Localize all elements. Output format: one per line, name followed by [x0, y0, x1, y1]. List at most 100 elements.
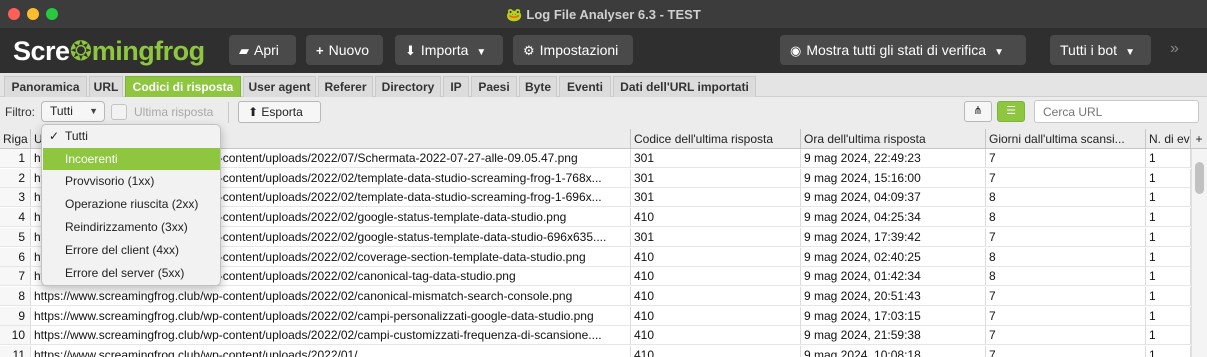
- column-header-ora[interactable]: Ora dell'ultima risposta: [801, 129, 986, 149]
- column-header-n-eventi[interactable]: N. di ev: [1146, 129, 1191, 149]
- last-response-checkbox[interactable]: [111, 104, 127, 120]
- response-code-cell: 410: [631, 208, 801, 228]
- main-toolbar: Scre❂mingfrog ▰ Apri + Nuovo ⬇ Importa ▼ ⚙ Im…: [0, 28, 1207, 73]
- chevron-down-icon: ▼: [89, 106, 98, 116]
- frog-icon: ❂: [69, 36, 93, 66]
- event-count-cell: 1: [1146, 306, 1191, 326]
- last-response-label: Ultima risposta: [134, 105, 214, 119]
- tab-byte[interactable]: Byte: [519, 76, 557, 97]
- tab-ip[interactable]: IP: [443, 76, 469, 97]
- more-icon[interactable]: »: [1170, 40, 1179, 58]
- row-number-cell: 7: [0, 267, 31, 287]
- days-since-crawl-cell: 8: [986, 208, 1146, 228]
- menu-item-reindirizzamento[interactable]: Reindirizzamento (3xx): [43, 216, 220, 238]
- open-label: Apri: [254, 42, 279, 58]
- response-code-cell: 301: [631, 227, 801, 247]
- menu-item-errore-server[interactable]: Errore del server (5xx): [43, 262, 220, 284]
- url-cell: https://www.screamingfrog.club/wp-conten…: [31, 326, 631, 346]
- export-label: Esporta: [261, 105, 303, 119]
- days-since-crawl-cell: 7: [986, 346, 1146, 357]
- tab-paesi[interactable]: Paesi: [471, 76, 517, 97]
- response-time-cell: 9 mag 2024, 17:03:15: [801, 306, 986, 326]
- url-cell: https://www.screamingfrog.club/wp-conten…: [31, 286, 631, 306]
- bots-label: Tutti i bot: [1060, 42, 1118, 58]
- list-view-button[interactable]: ☰: [997, 101, 1025, 122]
- settings-button[interactable]: ⚙ Impostazioni: [513, 35, 633, 65]
- export-icon: ⬆: [248, 105, 262, 119]
- tab-directory[interactable]: Directory: [375, 76, 441, 97]
- new-button[interactable]: + Nuovo: [306, 35, 383, 65]
- column-header-giorni[interactable]: Giorni dall'ultima scansi...: [986, 129, 1146, 149]
- event-count-cell: 1: [1146, 267, 1191, 287]
- response-time-cell: 9 mag 2024, 02:40:25: [801, 247, 986, 267]
- response-time-cell: 9 mag 2024, 15:16:00: [801, 168, 986, 188]
- tab-eventi[interactable]: Eventi: [559, 76, 611, 97]
- row-number-cell: 2: [0, 168, 31, 188]
- menu-item-operazione-riuscita[interactable]: Operazione riuscita (2xx): [43, 193, 220, 215]
- tab-bar: Panoramica URL Codici di risposta User a…: [0, 73, 1207, 97]
- filter-select[interactable]: Tutti ▼: [41, 101, 105, 122]
- response-time-cell: 9 mag 2024, 10:08:18: [801, 346, 986, 357]
- days-since-crawl-cell: 7: [986, 168, 1146, 188]
- row-number-cell: 11: [0, 346, 31, 357]
- add-column-button[interactable]: +: [1191, 129, 1207, 149]
- row-number-cell: 3: [0, 188, 31, 208]
- event-count-cell: 1: [1146, 227, 1191, 247]
- verification-status-label: Mostra tutti gli stati di verifica: [806, 42, 987, 58]
- days-since-crawl-cell: 8: [986, 267, 1146, 287]
- plus-icon: +: [316, 43, 324, 58]
- tab-codici-di-risposta[interactable]: Codici di risposta: [125, 76, 241, 97]
- eye-icon: ◉: [790, 43, 802, 58]
- row-number-cell: 5: [0, 227, 31, 247]
- url-cell: https://www.screamingfrog.club/wp-conten…: [31, 306, 631, 326]
- bots-dropdown[interactable]: Tutti i bot ▼: [1050, 35, 1151, 65]
- tree-view-button[interactable]: ⋔: [964, 101, 992, 122]
- verification-status-dropdown[interactable]: ◉ Mostra tutti gli stati di verifica ▼: [780, 35, 1026, 65]
- chevron-down-icon: ▼: [1125, 47, 1135, 58]
- menu-item-errore-client[interactable]: Errore del client (4xx): [43, 239, 220, 261]
- gear-icon: ⚙: [523, 43, 535, 58]
- row-number-cell: 8: [0, 286, 31, 306]
- event-count-cell: 1: [1146, 149, 1191, 168]
- frog-icon: 🐸: [506, 7, 523, 22]
- tab-referer[interactable]: Referer: [318, 76, 373, 97]
- menu-item-tutti[interactable]: ✓ Tutti: [43, 125, 220, 147]
- tab-panoramica[interactable]: Panoramica: [4, 76, 87, 97]
- export-button[interactable]: ⬆ Esporta: [238, 101, 321, 123]
- list-icon: ☰: [1006, 105, 1016, 117]
- screamingfrog-logo: Scre❂mingfrog: [13, 36, 205, 66]
- response-time-cell: 9 mag 2024, 22:49:23: [801, 149, 986, 168]
- open-button[interactable]: ▰ Apri: [229, 35, 296, 65]
- new-label: Nuovo: [328, 42, 370, 58]
- scrollbar-thumb[interactable]: [1195, 162, 1204, 194]
- hierarchy-icon: ⋔: [973, 105, 983, 117]
- response-code-cell: 410: [631, 326, 801, 346]
- checkmark-icon: ✓: [49, 129, 60, 143]
- days-since-crawl-cell: 7: [986, 306, 1146, 326]
- event-count-cell: 1: [1146, 326, 1191, 346]
- event-count-cell: 1: [1146, 188, 1191, 208]
- event-count-cell: 1: [1146, 286, 1191, 306]
- chevron-down-icon: ▼: [994, 47, 1004, 58]
- window-titlebar: 🐸 Log File Analyser 6.3 - TEST: [0, 0, 1207, 28]
- search-input[interactable]: [1034, 100, 1199, 123]
- response-time-cell: 9 mag 2024, 21:59:38: [801, 326, 986, 346]
- days-since-crawl-cell: 7: [986, 227, 1146, 247]
- tab-dati-url-importati[interactable]: Dati dell'URL importati: [613, 76, 756, 97]
- settings-label: Impostazioni: [539, 42, 619, 58]
- days-since-crawl-cell: 7: [986, 326, 1146, 346]
- tab-url[interactable]: URL: [89, 76, 123, 97]
- vertical-scrollbar[interactable]: [1191, 149, 1207, 357]
- tab-user-agent[interactable]: User agent: [243, 76, 316, 97]
- days-since-crawl-cell: 7: [986, 149, 1146, 168]
- days-since-crawl-cell: 7: [986, 286, 1146, 306]
- response-code-cell: 410: [631, 267, 801, 287]
- filter-label: Filtro:: [5, 105, 35, 119]
- menu-item-incoerenti[interactable]: Incoerenti: [43, 148, 220, 170]
- column-header-riga[interactable]: Riga: [0, 129, 31, 149]
- url-cell: https://www.screamingfrog.club/wp-conten…: [31, 346, 631, 357]
- filter-selected-value: Tutti: [50, 104, 73, 118]
- import-button[interactable]: ⬇ Importa ▼: [395, 35, 503, 65]
- column-header-codice[interactable]: Codice dell'ultima risposta: [631, 129, 801, 149]
- menu-item-provvisorio[interactable]: Provvisorio (1xx): [43, 170, 220, 192]
